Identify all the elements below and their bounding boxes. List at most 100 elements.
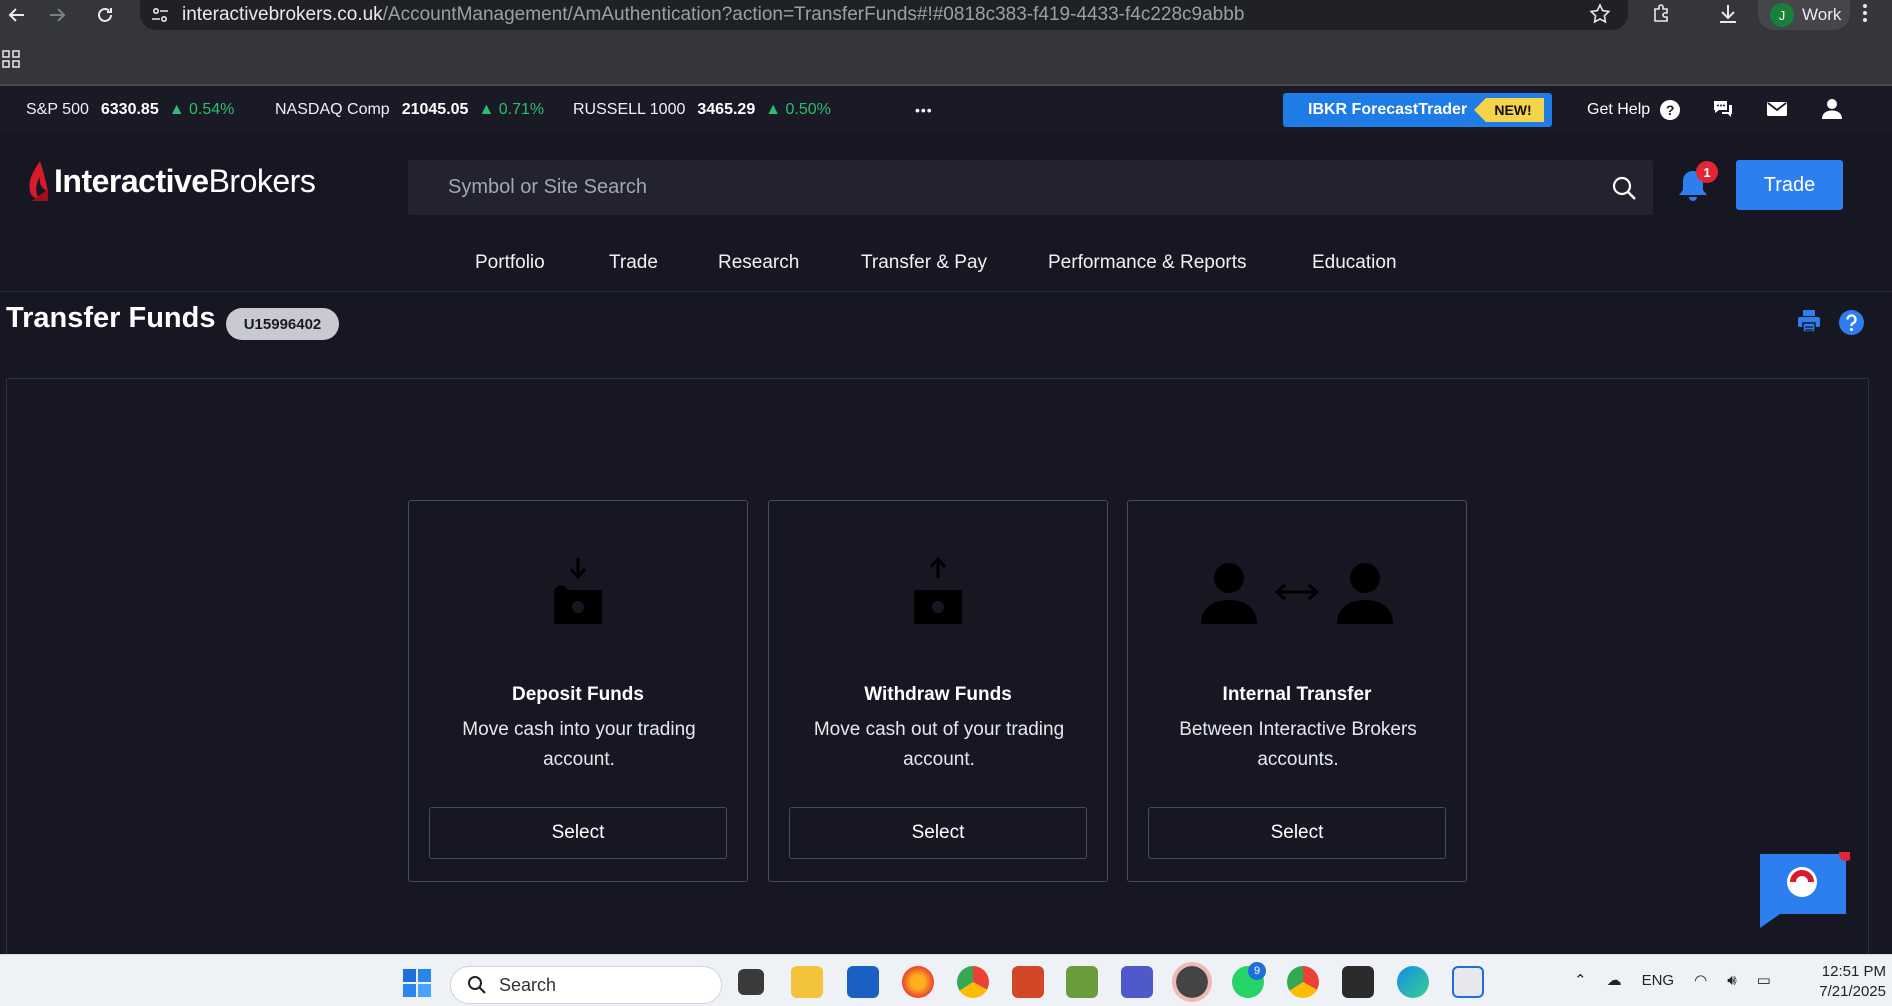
taskbar-search[interactable]: Search — [450, 966, 722, 1004]
profile-avatar: J — [1770, 3, 1794, 27]
ticker-more-button[interactable]: ••• — [915, 86, 933, 134]
withdraw-icon — [769, 551, 1107, 631]
nav-education[interactable]: Education — [1312, 246, 1397, 280]
extensions-button[interactable] — [1650, 2, 1676, 28]
file-explorer-icon[interactable] — [791, 966, 823, 998]
nav-research[interactable]: Research — [718, 246, 799, 280]
chrome-icon[interactable] — [957, 966, 989, 998]
user-icon — [1822, 99, 1842, 119]
task-view-icon[interactable] — [738, 969, 764, 995]
nav-portfolio[interactable]: Portfolio — [475, 246, 545, 280]
profile-chip[interactable]: J Work — [1758, 0, 1850, 30]
forward-button[interactable] — [40, 0, 74, 30]
forecast-label: IBKR ForecastTrader — [1308, 101, 1468, 118]
language-indicator[interactable]: ENG — [1642, 972, 1675, 989]
windows-logo-icon — [403, 969, 431, 997]
nav-trade[interactable]: Trade — [609, 246, 658, 280]
browser-menu-button[interactable] — [1862, 2, 1882, 28]
internal-transfer-select-button[interactable]: Select — [1148, 807, 1446, 859]
firefox-icon[interactable] — [902, 966, 934, 998]
nav-divider — [0, 291, 1892, 292]
clock-time: 12:51 PM — [1821, 963, 1886, 980]
logo-text-bold: Interactive — [54, 162, 209, 199]
internal-transfer-icon — [1128, 551, 1466, 631]
ticker-russell[interactable]: RUSSELL 1000 3465.29 ▲ 0.50% — [573, 86, 831, 134]
site-info-icon[interactable] — [150, 5, 170, 25]
url-domain: interactivebrokers.co.uk — [182, 4, 383, 25]
teams-icon[interactable] — [1121, 966, 1153, 998]
messages-button[interactable] — [1766, 100, 1790, 120]
remote-desktop-icon[interactable] — [1012, 966, 1044, 998]
battery-icon[interactable]: ▭ — [1757, 971, 1771, 989]
chevron-up-icon[interactable]: ⌃ — [1574, 971, 1587, 989]
print-button[interactable] — [1796, 308, 1824, 336]
search-icon — [468, 976, 486, 994]
chat-assistant-widget[interactable] — [1758, 852, 1850, 930]
forecast-trader-button[interactable]: IBKR ForecastTrader NEW! — [1283, 93, 1552, 127]
chrome-profile-icon[interactable] — [1287, 966, 1319, 998]
ticker-name: RUSSELL 1000 — [573, 101, 686, 118]
downloads-button[interactable] — [1716, 2, 1742, 28]
nav-performance-reports[interactable]: Performance & Reports — [1048, 246, 1247, 280]
page-help-button[interactable] — [1838, 309, 1865, 336]
ticker-name: S&P 500 — [26, 101, 89, 118]
account-id-badge: U15996402 — [226, 308, 339, 340]
ticker-value: 3465.29 — [697, 101, 756, 118]
start-button[interactable] — [402, 968, 432, 998]
active-app-icon[interactable] — [1172, 962, 1212, 1002]
volume-icon[interactable]: 🔊︎ — [1727, 972, 1736, 989]
ticker-sp500[interactable]: S&P 500 6330.85 ▲ 0.54% — [26, 86, 234, 134]
nav-transfer-pay[interactable]: Transfer & Pay — [861, 246, 987, 280]
printer-icon — [1798, 310, 1820, 333]
system-tray: ⌃ ☁ ENG ◠ 🔊︎ ▭ — [1574, 954, 1771, 1006]
ticker-value: 21045.05 — [401, 101, 469, 118]
card-title: Deposit Funds — [512, 684, 644, 705]
apps-grid-button[interactable] — [2, 50, 22, 70]
help-circle-icon — [1839, 310, 1864, 335]
site-search-input[interactable] — [448, 176, 1548, 199]
edge-icon[interactable] — [1397, 966, 1429, 998]
get-help-button[interactable]: Get Help ? — [1587, 86, 1681, 134]
question-icon: ? — [1660, 100, 1681, 120]
ticker-change: ▲ 0.71% — [478, 101, 545, 118]
user-account-button[interactable] — [1821, 98, 1845, 122]
reload-button[interactable] — [88, 0, 122, 30]
url-text: interactivebrokers.co.uk/AccountManageme… — [182, 4, 1244, 26]
ib-flame-logo-icon — [29, 161, 48, 201]
trade-button[interactable]: Trade — [1736, 160, 1843, 210]
terminal-icon[interactable] — [1342, 966, 1374, 998]
address-bar[interactable]: interactivebrokers.co.uk/AccountManageme… — [140, 0, 1628, 30]
deposit-icon — [409, 551, 747, 631]
card-title: Withdraw Funds — [864, 684, 1012, 705]
deposit-funds-card: Deposit Funds Move cash into your tradin… — [408, 500, 748, 882]
logo-text-regular: Brokers — [208, 162, 316, 199]
download-icon — [1720, 5, 1736, 23]
snipping-tool-icon[interactable] — [1452, 966, 1484, 998]
chat-bubbles-icon — [1714, 101, 1732, 117]
forward-arrow-icon — [50, 8, 66, 22]
ticker-nasdaq[interactable]: NASDAQ Comp 21045.05 ▲ 0.71% — [275, 86, 544, 134]
card-title: Internal Transfer — [1222, 684, 1372, 705]
logo-text: InteractiveBrokers — [54, 162, 316, 200]
ib-logo[interactable]: InteractiveBrokers — [26, 156, 316, 206]
star-icon — [1589, 3, 1611, 24]
cloud-icon[interactable]: ☁ — [1607, 971, 1622, 989]
site-search-box[interactable] — [408, 160, 1653, 215]
card-description: Move cash into your trading account. — [462, 719, 696, 770]
system-clock[interactable]: 12:51 PM 7/21/2025 — [1800, 962, 1886, 1002]
deposit-select-button[interactable]: Select — [429, 807, 727, 859]
get-help-label: Get Help — [1587, 101, 1651, 118]
card-description: Move cash out of your trading account. — [813, 719, 1065, 770]
microsoft-store-icon[interactable] — [847, 966, 879, 998]
app-icon[interactable] — [1066, 966, 1098, 998]
bookmark-star-button[interactable] — [1588, 2, 1614, 28]
ticker-change: ▲ 0.50% — [765, 101, 831, 118]
ticker-name: NASDAQ Comp — [275, 101, 390, 118]
wifi-icon[interactable]: ◠ — [1694, 971, 1707, 989]
chat-support-button[interactable] — [1712, 98, 1736, 122]
withdraw-select-button[interactable]: Select — [789, 807, 1087, 859]
chat-bot-icon — [1760, 852, 1850, 928]
search-button[interactable] — [1608, 172, 1640, 204]
back-button[interactable] — [0, 0, 34, 30]
new-badge: NEW! — [1474, 98, 1544, 122]
